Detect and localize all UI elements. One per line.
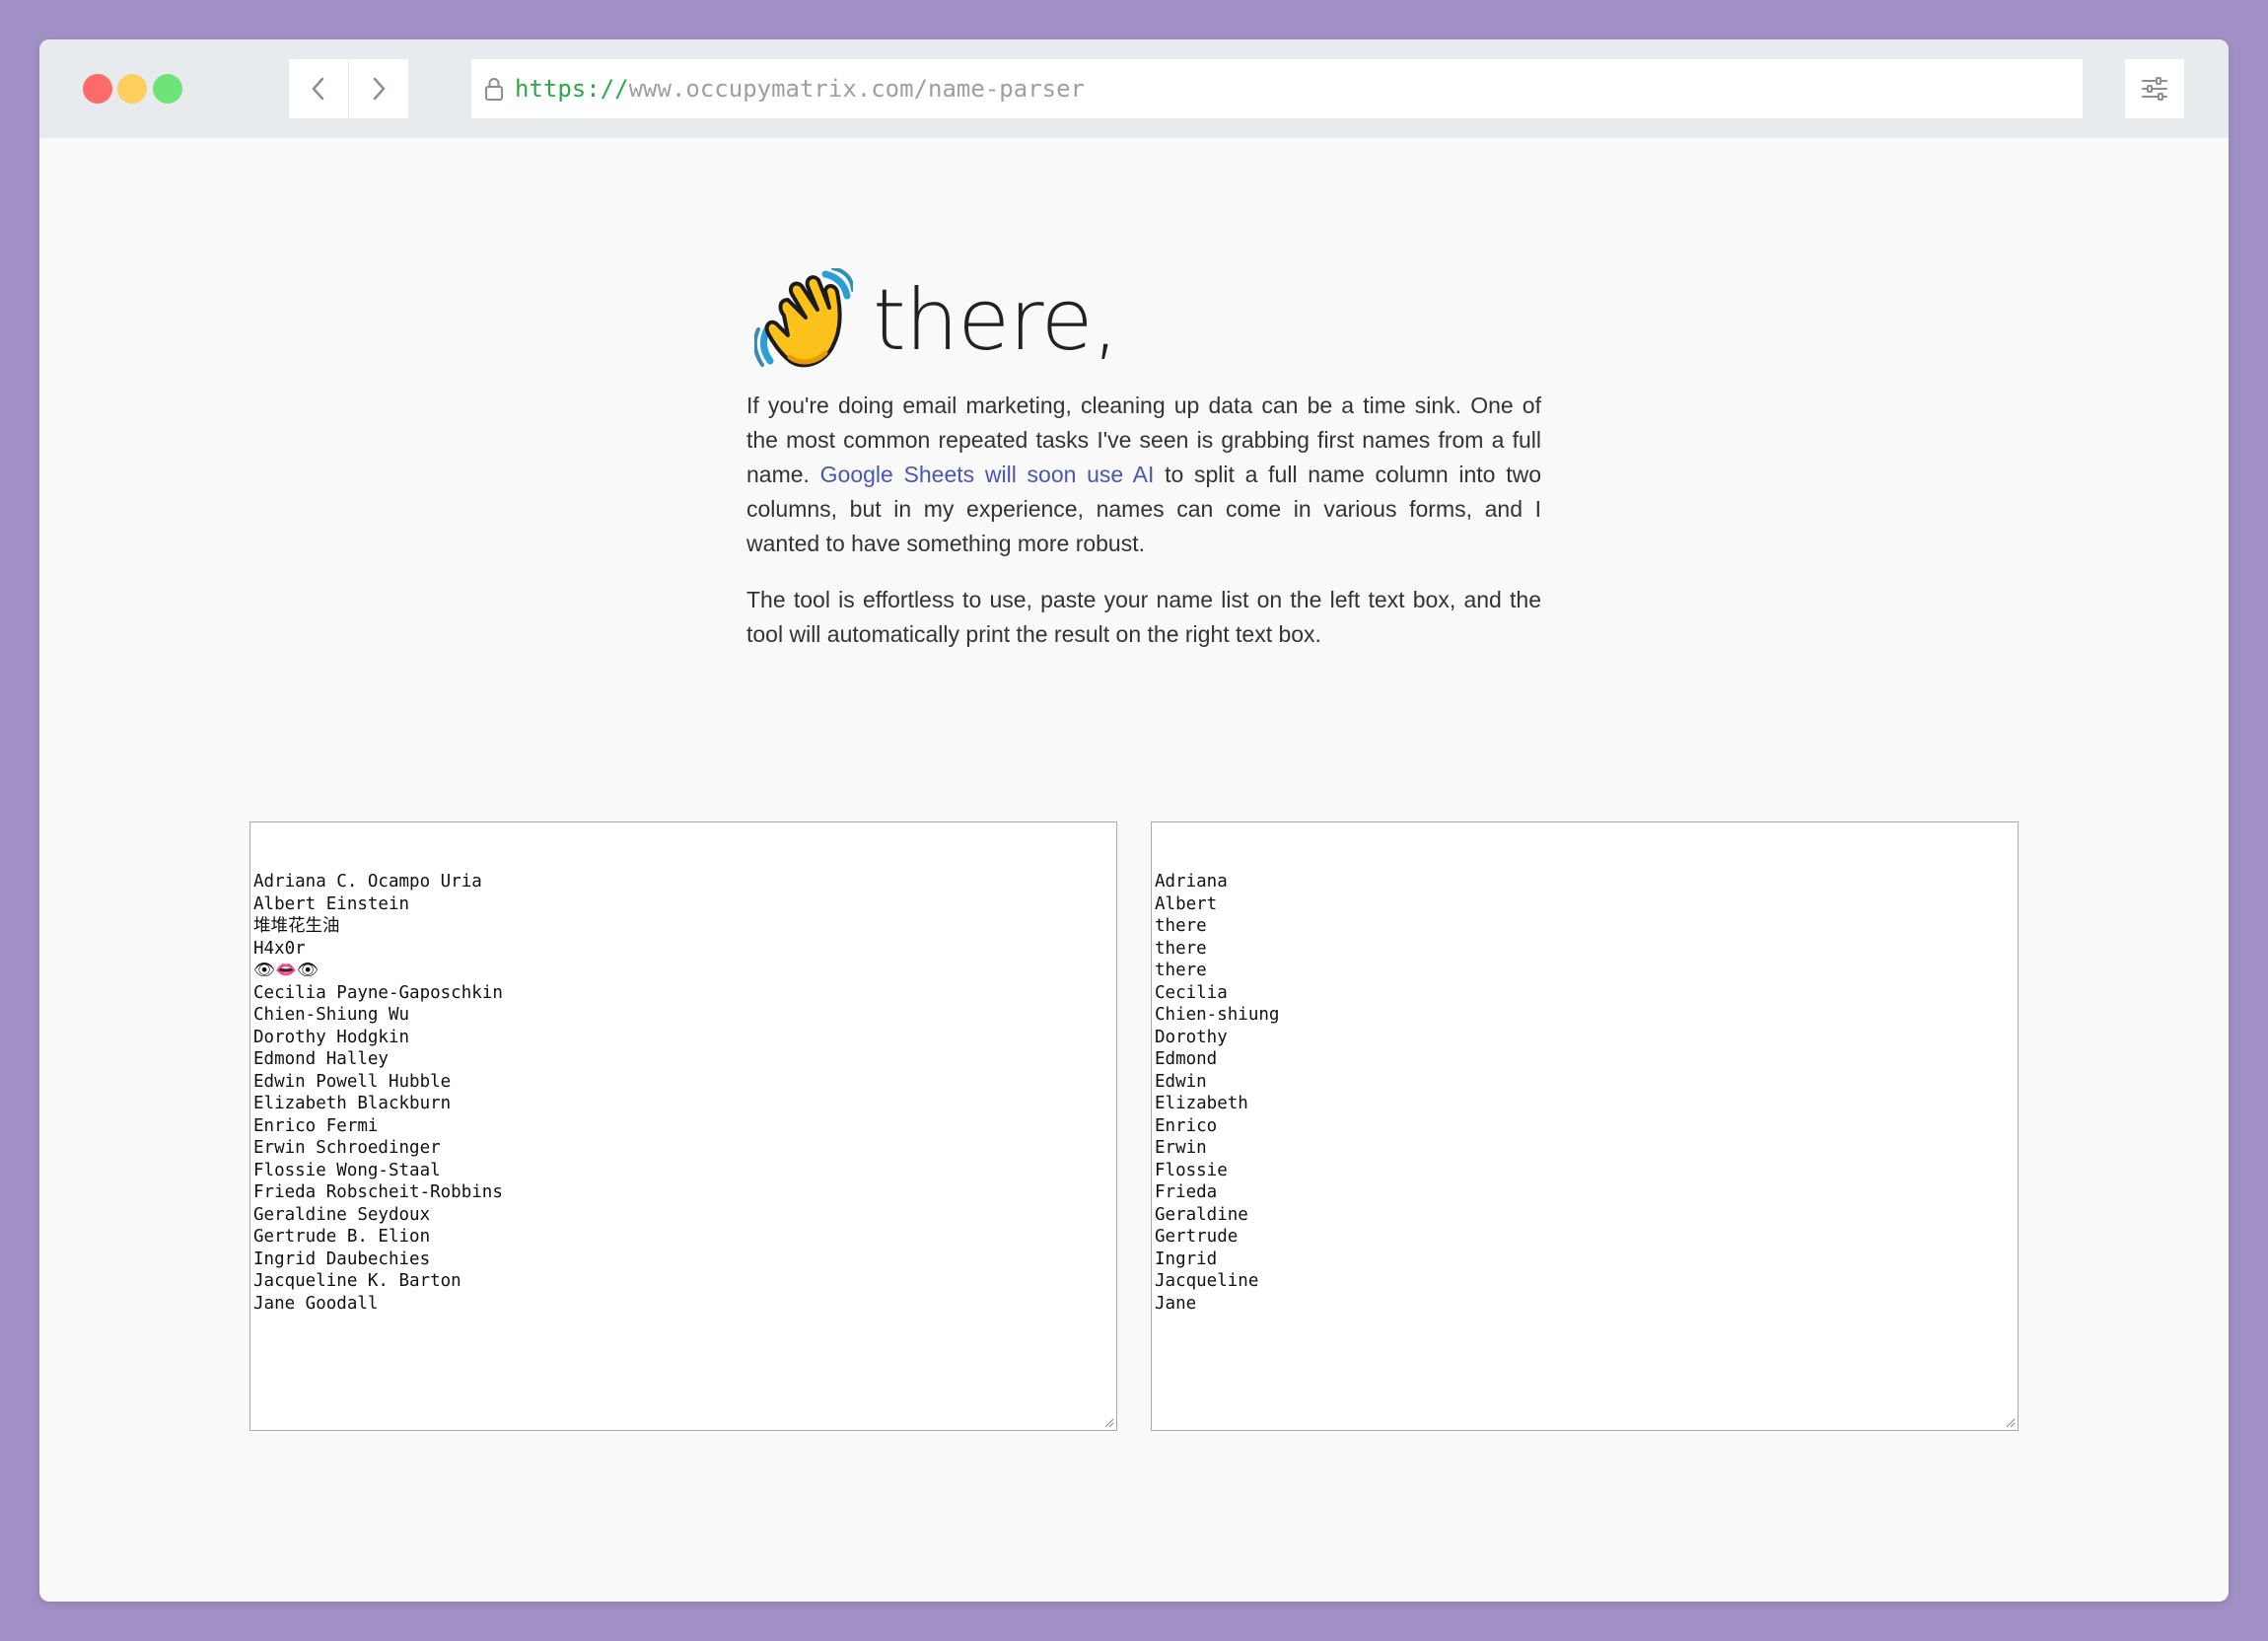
resize-grip-icon[interactable] [1102, 1416, 1114, 1428]
output-name-line: Elizabeth [1155, 1094, 1248, 1113]
intro-section: there, If you're doing email marketing, … [746, 266, 1541, 652]
first-name-output-textarea[interactable]: Adriana Albert there there there Cecilia Chien… [1151, 821, 2019, 1431]
lock-icon [483, 76, 505, 102]
output-name-line: there [1155, 916, 1207, 936]
input-name-line: 堆堆花生油 [253, 916, 340, 936]
input-name-line: Ingrid Daubechies [253, 1249, 431, 1269]
input-name-line: Cecilia Payne-Gaposchkin [253, 982, 503, 1003]
close-window-button[interactable] [83, 74, 112, 104]
maximize-window-button[interactable] [153, 74, 182, 104]
address-bar[interactable]: https://www.occupymatrix.com/name-parser [471, 59, 2083, 118]
output-name-line: Enrico [1155, 1115, 1218, 1136]
input-name-line: Edwin Powell Hubble [253, 1071, 452, 1092]
page-title: there, [746, 266, 1541, 375]
input-name-line: Frieda Robscheit-Robbins [253, 1182, 503, 1202]
chevron-left-icon [312, 77, 324, 101]
output-name-line: Gertrude [1155, 1227, 1239, 1247]
output-name-line: Frieda [1155, 1182, 1218, 1202]
input-name-line: Geraldine Seydoux [253, 1204, 431, 1225]
browser-titlebar: https://www.occupymatrix.com/name-parser [39, 39, 2229, 138]
input-name-line: Edmond Halley [253, 1049, 389, 1069]
output-name-line: Flossie [1155, 1160, 1228, 1180]
back-button[interactable] [289, 59, 349, 118]
output-name-line: Jane [1155, 1293, 1197, 1314]
input-name-line: Erwin Schroedinger [253, 1138, 441, 1158]
minimize-window-button[interactable] [117, 74, 147, 104]
settings-button[interactable] [2125, 59, 2184, 118]
output-name-line: there [1155, 938, 1207, 959]
output-name-line: Edmond [1155, 1049, 1218, 1069]
input-name-line: 👁👄👁 [253, 961, 319, 980]
url-text: https://www.occupymatrix.com/name-parser [515, 75, 1085, 103]
output-name-line: Chien-shiung [1155, 1005, 1280, 1025]
name-input-textarea[interactable]: Adriana C. Ocampo Uria Albert Einstein 堆堆花… [249, 821, 1117, 1431]
chevron-right-icon [373, 77, 386, 101]
output-name-line: Albert [1155, 893, 1218, 914]
input-name-line: Dorothy Hodgkin [253, 1027, 410, 1047]
waving-hand-icon [754, 268, 853, 368]
intro-paragraph: If you're doing email marketing, cleanin… [746, 389, 1541, 561]
output-name-line: Edwin [1155, 1071, 1207, 1092]
input-name-line: Enrico Fermi [253, 1115, 379, 1136]
input-name-line: Chien-Shiung Wu [253, 1005, 410, 1025]
resize-grip-icon[interactable] [2004, 1416, 2016, 1428]
output-name-line: Cecilia [1155, 982, 1228, 1003]
output-name-line: there [1155, 961, 1207, 980]
google-sheets-link[interactable]: Google Sheets will soon use AI [820, 462, 1155, 487]
output-name-line: Dorothy [1155, 1027, 1228, 1047]
headline-text: there, [873, 271, 1119, 370]
output-name-line: Jacqueline [1155, 1271, 1259, 1291]
input-name-line: Flossie Wong-Staal [253, 1160, 441, 1180]
input-name-line: Elizabeth Blackburn [253, 1094, 452, 1113]
input-name-line: Albert Einstein [253, 893, 410, 914]
input-name-line: Gertrude B. Elion [253, 1227, 431, 1247]
url-path: www.occupymatrix.com/name-parser [628, 75, 1085, 103]
input-name-line: Jane Goodall [253, 1293, 379, 1314]
browser-window: https://www.occupymatrix.com/name-parser [39, 39, 2229, 1602]
input-name-line: H4x0r [253, 938, 306, 959]
input-name-line: Adriana C. Ocampo Uria [253, 872, 482, 892]
forward-button[interactable] [349, 59, 408, 118]
page-content: there, If you're doing email marketing, … [39, 138, 2229, 1602]
output-name-line: Adriana [1155, 872, 1228, 892]
output-name-line: Erwin [1155, 1138, 1207, 1158]
output-name-line: Geraldine [1155, 1204, 1248, 1225]
input-name-line: Jacqueline K. Barton [253, 1271, 461, 1291]
url-scheme: https:// [515, 75, 629, 103]
instructions-paragraph: The tool is effortless to use, paste you… [746, 587, 1541, 647]
output-name-line: Ingrid [1155, 1249, 1218, 1269]
sliders-icon [2142, 77, 2167, 101]
